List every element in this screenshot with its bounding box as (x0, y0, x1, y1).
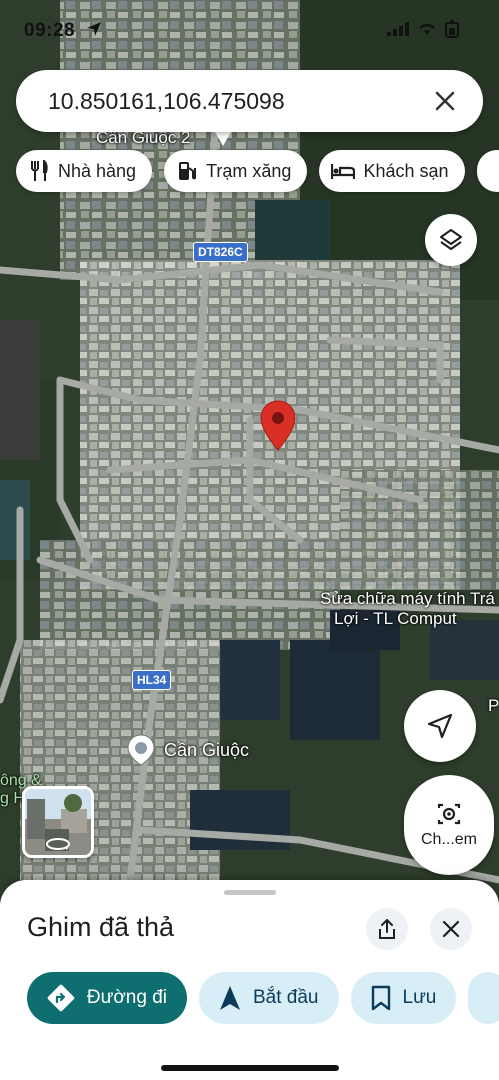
road-shield-dt826c: DT826C (193, 242, 248, 262)
directions-button[interactable]: Đường đi (27, 972, 187, 1024)
hotel-icon (331, 164, 356, 179)
close-sheet-button[interactable] (430, 908, 472, 950)
sheet-title: Ghim đã thả (27, 912, 175, 942)
battery-icon (445, 20, 459, 38)
category-chips: Nhà hàng Trạm xăng Khách sạn (16, 150, 499, 192)
status-time: 09:28 (24, 20, 76, 41)
town-label: Cần Giuộc (164, 739, 250, 760)
directions-icon (47, 984, 75, 1012)
share-icon (379, 919, 395, 939)
lens-button[interactable]: Ch...em (404, 775, 494, 875)
town-pin-icon (127, 734, 155, 766)
save-label: Lưu (402, 987, 437, 1008)
cellular-signal-icon (387, 22, 409, 36)
poi-label-line2: Lợi - TL Comput (334, 609, 457, 628)
town-marker[interactable]: Cần Giuộc (126, 733, 249, 767)
gas-station-icon (179, 162, 197, 180)
sheet-drag-handle[interactable] (224, 890, 276, 895)
home-indicator (161, 1065, 339, 1071)
chip-gas-stations[interactable]: Trạm xăng (164, 150, 308, 192)
my-location-button[interactable] (404, 690, 476, 762)
layers-icon (440, 229, 462, 250)
location-arrow-icon (87, 22, 101, 36)
action-buttons: Đường đi Bắt đầu Lưu (27, 972, 499, 1024)
chip-label: Nhà hàng (58, 160, 137, 181)
chip-restaurants[interactable]: Nhà hàng (16, 150, 153, 192)
restaurant-icon (31, 160, 48, 181)
poi-label-line1: Sửa chữa máy tính Trá (320, 589, 495, 608)
chip-more[interactable] (476, 150, 499, 192)
street-view-thumbnail[interactable] (22, 786, 94, 858)
camera-search-icon (437, 803, 461, 825)
edge-label-right: P (488, 696, 499, 715)
start-button[interactable]: Bắt đầu (199, 972, 339, 1024)
bookmark-icon (371, 985, 390, 1011)
status-bar: 09:28 (0, 0, 499, 60)
chip-label: Trạm xăng (206, 160, 292, 181)
more-actions-button[interactable] (468, 972, 499, 1024)
navigation-arrow-icon (427, 713, 453, 739)
save-button[interactable]: Lưu (350, 972, 457, 1024)
search-bar[interactable]: 10.850161,106.475098 (16, 70, 483, 132)
start-label: Bắt đầu (253, 987, 319, 1008)
place-pin-icon[interactable] (212, 130, 234, 148)
road-shield-hl34: HL34 (132, 670, 172, 690)
poi-label-computer-repair[interactable]: Sửa chữa máy tính Trá Lợi - TL Comput (320, 589, 495, 629)
chip-hotels[interactable]: Khách sạn (319, 150, 465, 192)
share-button[interactable] (366, 908, 408, 950)
dropped-pin-icon[interactable] (260, 400, 296, 452)
directions-label: Đường đi (86, 987, 167, 1008)
chip-label: Khách sạn (363, 160, 449, 181)
status-icons (387, 20, 459, 38)
close-icon (442, 920, 460, 938)
wifi-icon (419, 23, 435, 35)
rotate-360-icon (46, 838, 70, 850)
close-icon[interactable] (433, 89, 457, 113)
navigation-arrow-icon (220, 986, 240, 1010)
search-input[interactable]: 10.850161,106.475098 (48, 88, 433, 115)
lens-button-label: Ch...em (420, 831, 477, 848)
layers-button[interactable] (425, 214, 477, 266)
place-bottom-sheet[interactable]: Ghim đã thả Đường đi Bắt đầu Lưu (0, 880, 499, 1080)
